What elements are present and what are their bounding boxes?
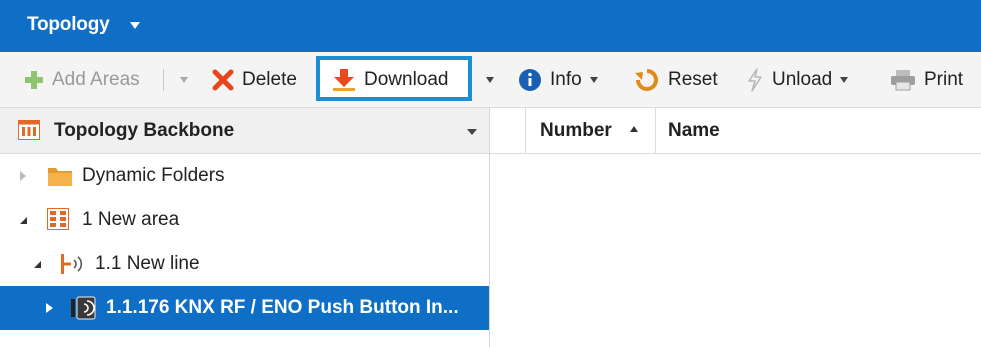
column-header-label: Name	[668, 120, 720, 141]
topology-icon	[18, 120, 40, 140]
toolbar-separator	[163, 69, 164, 91]
expand-arrow-icon[interactable]	[46, 303, 53, 313]
tree-item-label: 1.1 New line	[95, 253, 200, 274]
delete-button[interactable]: Delete	[212, 52, 297, 108]
folder-icon	[47, 165, 73, 187]
column-header-number[interactable]: Number	[526, 108, 656, 153]
info-button[interactable]: Info	[518, 52, 598, 108]
title-dropdown-icon[interactable]	[130, 22, 140, 29]
add-areas-button[interactable]: Add Areas	[24, 52, 140, 108]
printer-icon	[890, 69, 916, 91]
tree-item-dynamic-folders[interactable]: Dynamic Folders	[0, 154, 489, 198]
window-title[interactable]: Topology	[27, 14, 110, 36]
column-header-name[interactable]: Name	[656, 108, 981, 153]
info-icon	[518, 68, 542, 92]
download-icon	[332, 68, 356, 92]
expand-arrow-icon[interactable]	[20, 171, 26, 181]
collapse-arrow-icon[interactable]	[34, 261, 41, 268]
chevron-down-icon	[486, 77, 494, 83]
chevron-down-icon	[840, 77, 849, 83]
row-selector-column[interactable]	[490, 108, 526, 153]
area-icon	[47, 208, 69, 230]
print-button[interactable]: Print	[890, 52, 963, 108]
delete-label: Delete	[242, 69, 297, 90]
collapse-arrow-icon[interactable]	[20, 217, 27, 224]
add-areas-label: Add Areas	[52, 69, 140, 90]
unload-label: Unload	[772, 69, 833, 90]
tree-item-label: Dynamic Folders	[82, 165, 225, 186]
tree-item-area[interactable]: 1 New area	[0, 198, 489, 242]
chevron-down-icon[interactable]	[467, 129, 477, 135]
print-label: Print	[924, 69, 964, 90]
topology-window: Topology Add Areas Delete Download Info …	[0, 0, 981, 347]
download-button[interactable]: Download	[332, 52, 449, 108]
tree-item-label: 1 New area	[82, 209, 180, 230]
panel-header[interactable]: Topology Backbone	[0, 108, 489, 154]
info-label: Info	[550, 69, 582, 90]
reset-label: Reset	[668, 69, 718, 90]
chevron-down-icon	[180, 77, 188, 83]
add-areas-dropdown[interactable]	[172, 52, 188, 108]
download-dropdown[interactable]	[478, 52, 494, 108]
reset-button[interactable]: Reset	[634, 52, 718, 108]
tree-item-line[interactable]: 1.1 New line	[0, 242, 489, 286]
chevron-down-icon	[589, 77, 598, 83]
column-header-label: Number	[540, 120, 612, 141]
tree-item-device-selected[interactable]: 1.1.176 KNX RF / ENO Push Button In...	[0, 286, 489, 330]
lightning-icon	[746, 68, 764, 92]
panel-header-title: Topology Backbone	[54, 120, 235, 141]
delete-x-icon	[212, 69, 234, 91]
device-icon	[70, 296, 98, 320]
topology-tree-panel: Topology Backbone Dynamic Folders 1 New …	[0, 108, 490, 347]
tree-item-label: 1.1.176 KNX RF / ENO Push Button In...	[106, 297, 459, 318]
device-list-panel: Number Name	[490, 108, 981, 347]
unload-button[interactable]: Unload	[746, 52, 849, 108]
sort-ascending-icon	[630, 126, 638, 132]
grid-header: Number Name	[490, 108, 981, 154]
plus-icon	[24, 70, 44, 90]
reset-icon	[634, 68, 660, 92]
toolbar: Add Areas Delete Download Info Reset Unl…	[0, 52, 981, 108]
download-label: Download	[364, 69, 449, 90]
title-bar: Topology	[0, 0, 981, 52]
line-icon	[60, 253, 86, 275]
